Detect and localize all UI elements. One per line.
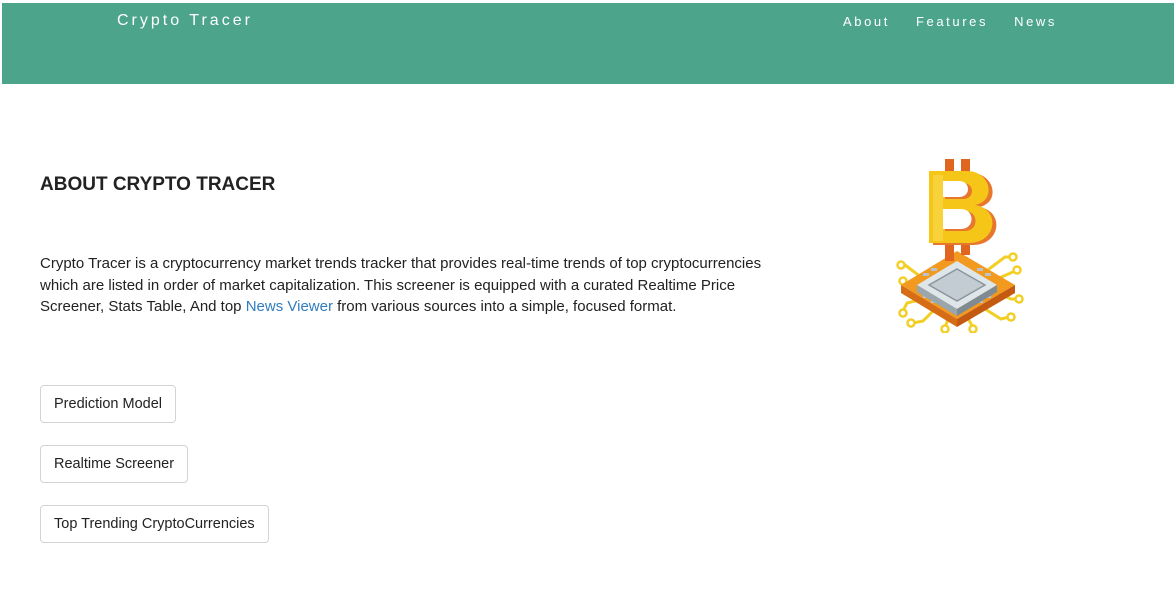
about-heading: ABOUT CRYPTO TRACER bbox=[40, 174, 276, 195]
description-text-end: from various sources into a simple, focu… bbox=[332, 298, 677, 315]
realtime-screener-button[interactable]: Realtime Screener bbox=[40, 445, 189, 483]
brand-logo-link[interactable]: Crypto Tracer bbox=[117, 12, 253, 30]
about-description: Crypto Tracer is a cryptocurrency market… bbox=[40, 253, 780, 318]
page: Crypto Tracer About Features News ABOUT … bbox=[0, 0, 1176, 606]
nav-link-features[interactable]: Features bbox=[916, 14, 988, 29]
top-trending-button[interactable]: Top Trending CryptoCurrencies bbox=[40, 505, 269, 543]
nav-link-about[interactable]: About bbox=[843, 14, 890, 29]
nav-link-news[interactable]: News bbox=[1014, 14, 1057, 29]
prediction-model-button[interactable]: Prediction Model bbox=[40, 385, 176, 423]
navbar: Crypto Tracer About Features News bbox=[2, 3, 1174, 84]
bitcoin-chip-icon bbox=[893, 153, 1028, 334]
news-viewer-link[interactable]: News Viewer bbox=[246, 298, 333, 315]
nav-links: About Features News bbox=[843, 14, 1057, 29]
